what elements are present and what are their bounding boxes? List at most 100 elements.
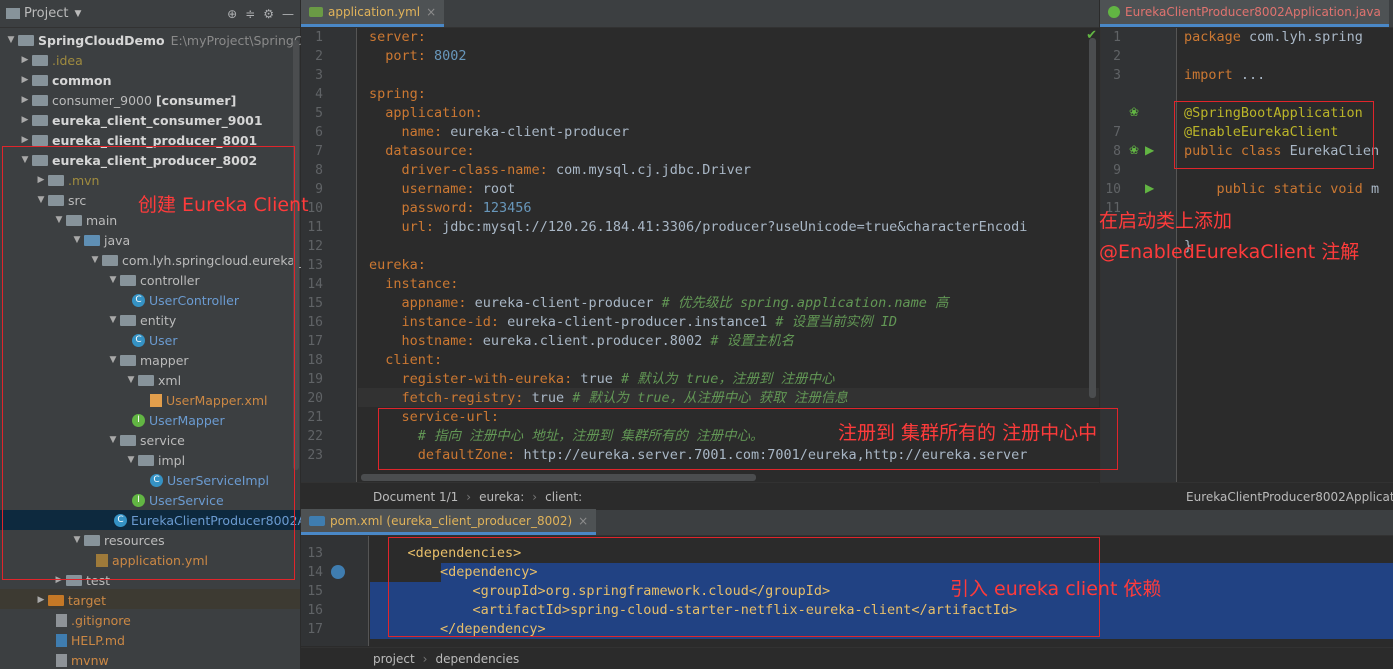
tree-item[interactable]: ▶ .idea	[18, 50, 83, 70]
tree-item-extra: [consumer]	[155, 92, 237, 108]
code-line[interactable]: password: 123456	[369, 199, 532, 218]
tree-root[interactable]: ▼ SpringCloudDemo E:\myProject\SpringClo…	[4, 30, 322, 50]
yaml-value: eureka.client.producer.8002	[482, 333, 711, 349]
file-icon	[56, 653, 67, 667]
line-number: 21	[307, 410, 323, 425]
tree-item[interactable]: .gitignore	[56, 610, 131, 630]
code-line[interactable]: register-with-eureka: true # 默认为 true，注册…	[369, 370, 835, 389]
collapsed-arrow-icon[interactable]: ▶	[18, 55, 32, 65]
code-token: ...	[1240, 67, 1266, 83]
breadcrumb-item[interactable]: client:	[545, 490, 582, 504]
run-icon[interactable]: ▶	[1145, 181, 1154, 195]
hide-icon[interactable]: —	[282, 7, 294, 21]
yml-hscrollbar[interactable]	[361, 474, 756, 481]
yaml-value: true	[580, 371, 621, 387]
project-view-title[interactable]: Project	[24, 6, 68, 21]
code-line[interactable]: url: jdbc:mysql://120.26.184.41:3306/pro…	[369, 218, 1028, 237]
line-number: 16	[307, 603, 323, 618]
line-number: 16	[307, 315, 323, 330]
line-number: 13	[307, 546, 323, 561]
code-line[interactable]: port: 8002	[369, 47, 466, 66]
code-line[interactable]: spring:	[369, 85, 426, 104]
tree-item[interactable]: mvnw	[56, 650, 109, 669]
tab-application-yml[interactable]: application.yml ×	[301, 0, 445, 27]
close-icon[interactable]: ×	[578, 514, 588, 528]
code-token: public static void	[1184, 181, 1371, 197]
code-line[interactable]: import ...	[1184, 66, 1265, 85]
code-line[interactable]: client:	[369, 351, 442, 370]
code-line[interactable]: hostname: eureka.client.producer.8002 # …	[369, 332, 795, 351]
code-line[interactable]: package com.lyh.spring	[1184, 28, 1363, 47]
breadcrumb-item[interactable]: dependencies	[435, 652, 519, 666]
code-line[interactable]: appname: eureka-client-producer # 优先级比 s…	[369, 294, 949, 313]
code-line[interactable]: datasource:	[369, 142, 474, 161]
expanded-arrow-icon[interactable]: ▼	[4, 35, 18, 45]
pom-breadcrumb: project › dependencies	[301, 647, 1393, 669]
breadcrumb-item[interactable]: Document 1/1	[373, 490, 458, 504]
locate-icon[interactable]: ⊕	[227, 7, 237, 21]
line-number: 9	[1113, 163, 1121, 178]
breadcrumb-item[interactable]: EurekaClientProducer8002Applicatio	[1186, 490, 1393, 504]
tree-item-label: common	[52, 72, 112, 88]
code-line[interactable]: username: root	[369, 180, 516, 199]
yaml-value: eureka-client-producer	[474, 295, 662, 311]
collapsed-arrow-icon[interactable]: ▶	[18, 75, 32, 85]
tree-item-label: target	[68, 592, 107, 608]
collapsed-arrow-icon[interactable]: ▶	[18, 135, 32, 145]
breadcrumb-item[interactable]: project	[373, 652, 415, 666]
yaml-key: hostname:	[369, 333, 483, 349]
collapsed-arrow-icon[interactable]: ▶	[34, 595, 48, 605]
collapse-all-icon[interactable]: ≑	[245, 7, 255, 21]
java-breadcrumb: EurekaClientProducer8002Applicatio	[1100, 482, 1393, 510]
yaml-value: root	[482, 181, 516, 197]
gear-icon[interactable]: ⚙	[263, 7, 274, 21]
code-line[interactable]: public static void m	[1184, 180, 1380, 199]
line-number: 10	[1105, 182, 1121, 197]
code-line[interactable]: driver-class-name: com.mysql.cj.jdbc.Dri…	[369, 161, 752, 180]
code-line[interactable]: instance-id: eureka-client-producer.inst…	[369, 313, 898, 332]
folder-icon	[32, 54, 48, 66]
code-line[interactable]: application:	[369, 104, 483, 123]
pom-tabbar: pom.xml (eureka_client_producer_8002) ×	[301, 509, 1393, 536]
chevron-down-icon[interactable]: ▼	[74, 9, 81, 19]
tree-item[interactable]: HELP.md	[56, 630, 125, 650]
line-number: 20	[307, 391, 323, 406]
code-token: import	[1184, 67, 1241, 83]
tree-item-label: consumer_9000	[52, 92, 152, 108]
line-number: 1	[315, 30, 323, 45]
yaml-comment: # 默认为 true，从注册中心 获取 注册信息	[572, 390, 848, 406]
line-number: 3	[315, 68, 323, 83]
collapsed-arrow-icon[interactable]: ▶	[18, 95, 32, 105]
yaml-key: password:	[369, 200, 483, 216]
yaml-value: jdbc:mysql://120.26.184.41:3306/producer…	[442, 219, 1028, 235]
tab-application-java[interactable]: EurekaClientProducer8002Application.java	[1100, 0, 1389, 27]
code-line[interactable]: name: eureka-client-producer	[369, 123, 630, 142]
code-line[interactable]: eureka:	[369, 256, 426, 275]
tree-item[interactable]: ▶ target	[34, 590, 106, 610]
close-icon[interactable]: ×	[426, 5, 436, 19]
tree-item[interactable]: ▶ eureka_client_consumer_9001	[18, 110, 263, 130]
tree-item-label: .idea	[52, 52, 83, 68]
run-icon[interactable]: ▶	[1145, 143, 1154, 157]
code-line[interactable]: instance:	[369, 275, 458, 294]
yaml-key: instance-id:	[369, 314, 508, 330]
collapsed-arrow-icon[interactable]: ▶	[18, 115, 32, 125]
tree-item[interactable]: ▶ common	[18, 70, 112, 90]
line-number: 14	[307, 277, 323, 292]
module-folder-icon	[18, 34, 34, 46]
line-number: 19	[307, 372, 323, 387]
yaml-key: fetch-registry:	[369, 390, 532, 406]
yml-scrollbar[interactable]	[1089, 38, 1096, 398]
line-number: 22	[307, 429, 323, 444]
code-line[interactable]: server:	[369, 28, 426, 47]
tab-pom-xml[interactable]: pom.xml (eureka_client_producer_8002) ×	[301, 509, 597, 535]
tree-item[interactable]: ▶ consumer_9000 [consumer]	[18, 90, 237, 110]
yml-file-icon	[309, 6, 323, 17]
breadcrumb-item[interactable]: eureka:	[479, 490, 524, 504]
yaml-key: eureka:	[369, 257, 426, 273]
tab-label: EurekaClientProducer8002Application.java	[1125, 4, 1381, 19]
code-line[interactable]: fetch-registry: true # 默认为 true，从注册中心 获取…	[369, 389, 848, 408]
bean-icon: ❀	[1129, 105, 1140, 119]
yaml-value: eureka-client-producer	[450, 124, 630, 140]
override-icon[interactable]	[331, 565, 345, 579]
